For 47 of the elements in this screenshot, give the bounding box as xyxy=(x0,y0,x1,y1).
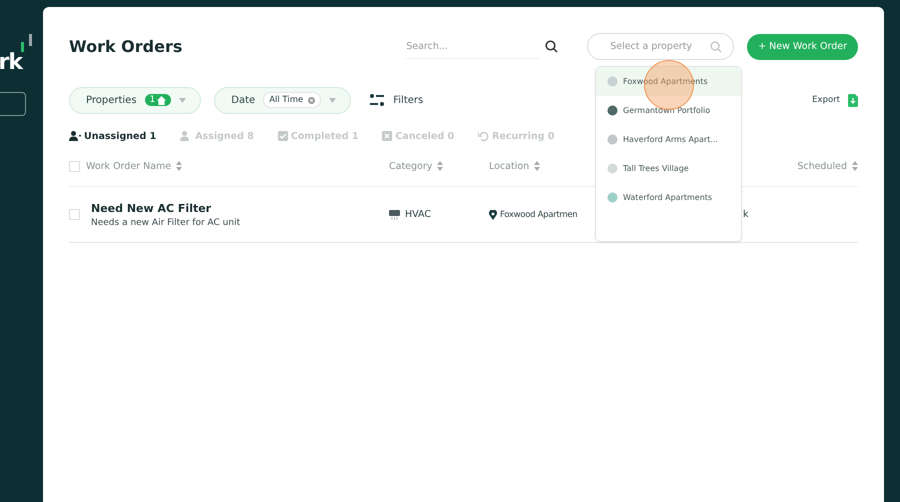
property-thumbnail-icon xyxy=(607,134,618,145)
ac-unit-icon xyxy=(389,210,400,220)
chip-label: All Time xyxy=(269,95,304,105)
work-order-name: Need New AC Filter xyxy=(91,202,212,214)
home-icon xyxy=(157,96,166,104)
sort-icon xyxy=(437,161,444,171)
checkbox[interactable] xyxy=(69,160,80,172)
file-download-icon xyxy=(848,94,858,106)
filters-button[interactable]: Filters xyxy=(364,93,430,107)
cross-box-icon xyxy=(382,131,392,141)
property-select[interactable]: Select a property xyxy=(587,33,734,60)
properties-filter[interactable]: Properties 1 xyxy=(69,86,202,114)
table-cell-text: k xyxy=(743,209,750,220)
search-icon xyxy=(545,40,558,53)
pin-icon xyxy=(489,210,497,220)
sort-icon xyxy=(534,161,540,171)
checkbox[interactable] xyxy=(69,209,80,220)
work-order-description: Needs a new Air Filter for AC unit xyxy=(91,218,242,228)
property-option[interactable]: Germantown Portfolio xyxy=(596,96,741,125)
checkbox-icon xyxy=(278,131,288,141)
property-option[interactable]: Tall Trees Village xyxy=(596,154,741,183)
clear-icon xyxy=(308,96,316,104)
repeat-icon xyxy=(478,130,490,142)
page-title: Work Orders xyxy=(69,37,184,56)
sidebar-button[interactable] xyxy=(0,92,26,116)
property-thumbnail-icon xyxy=(607,192,618,203)
person-icon xyxy=(69,131,81,141)
property-thumbnail-icon xyxy=(607,76,618,87)
export-button[interactable]: Export xyxy=(812,94,858,106)
property-thumbnail-icon xyxy=(607,105,618,116)
property-thumbnail-icon xyxy=(607,163,618,174)
filter-label: Properties xyxy=(86,94,137,106)
filter-label: Date xyxy=(231,94,256,106)
date-filter[interactable]: Date All Time xyxy=(214,86,352,114)
sort-icon xyxy=(176,161,182,171)
property-option[interactable]: Haverford Arms Apart... xyxy=(596,125,741,154)
status-tab[interactable]: Unassigned 1 xyxy=(69,130,156,142)
logo: rk xyxy=(0,52,22,74)
caret-icon xyxy=(329,98,336,102)
sort-icon xyxy=(852,161,858,171)
caret-icon xyxy=(179,98,186,102)
search-icon xyxy=(710,41,722,53)
bars-icon xyxy=(21,34,35,52)
sliders-icon xyxy=(370,94,384,106)
count-badge: 1 xyxy=(144,94,172,106)
property-option[interactable]: Waterford Apartments xyxy=(596,183,741,212)
category-cell: HVAC xyxy=(389,209,489,220)
